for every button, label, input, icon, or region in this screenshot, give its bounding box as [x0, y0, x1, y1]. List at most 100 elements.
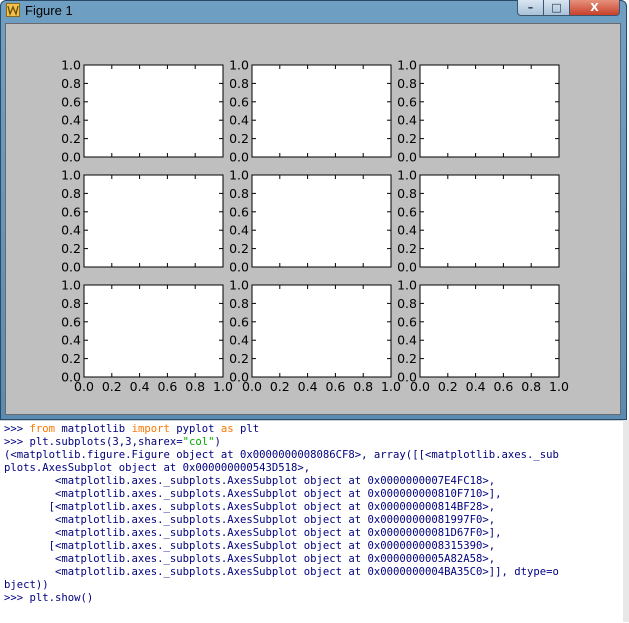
figure-canvas[interactable]: 0.0 0.2 0.4 0.6 0.8 1.0 0.0 0.2 0.4 0.6 0.8 1.0 0.0 0…	[5, 23, 621, 415]
matplotlib-app-icon	[6, 3, 20, 17]
console-token: <matplotlib.axes._subplots.AxesSubplot o…	[4, 488, 502, 500]
console-token: [<matplotlib.axes._subplots.AxesSubplot …	[4, 501, 496, 513]
console-line: [<matplotlib.axes._subplots.AxesSubplot …	[4, 540, 495, 553]
figure-window: Figure 1 – □ X 0.0 0.2 0.4 0.6 0.8 1.0 0.0 0.2 0…	[0, 0, 627, 420]
y-tick-label: 0.4	[61, 333, 81, 348]
y-tick-label: 0.2	[61, 131, 81, 146]
x-tick-label: 0.8	[521, 379, 541, 394]
y-tick-label: 0.8	[397, 186, 417, 201]
console-token: "col"	[182, 436, 215, 448]
y-tick-label: 0.2	[397, 351, 417, 366]
console-token: >>>	[4, 423, 30, 435]
axes-frame	[251, 284, 392, 378]
python-console[interactable]: >>> from matplotlib import pyplot as plt…	[0, 420, 629, 623]
y-tick-label: 0.8	[61, 76, 81, 91]
x-tick-label: 0.8	[185, 379, 205, 394]
console-token: <matplotlib.axes._subplots.AxesSubplot o…	[4, 527, 502, 539]
y-tick-label: 0.2	[397, 241, 417, 256]
x-tick-label: 0.4	[130, 379, 150, 394]
x-tick-label: 0.0	[242, 379, 262, 394]
y-tick-label: 0.6	[61, 204, 81, 219]
x-tick-label: 0.2	[438, 379, 458, 394]
y-tick-label: 0.0	[229, 260, 249, 275]
minimize-icon: –	[527, 1, 534, 14]
minimize-button[interactable]: –	[517, 0, 544, 16]
axes-frame	[419, 174, 560, 268]
subplot-1-3: 0.0 0.2 0.4 0.6 0.8 1.0	[397, 58, 560, 165]
console-token: [<matplotlib.axes._subplots.AxesSubplot …	[4, 540, 496, 552]
axes-frame	[419, 64, 560, 158]
console-token: <matplotlib.axes._subplots.AxesSubplot o…	[4, 475, 496, 487]
y-tick-label: 0.4	[229, 113, 249, 128]
y-tick-label: 0.6	[229, 94, 249, 109]
y-tick-label: 1.0	[397, 58, 417, 73]
subplot-2-1: 0.0 0.2 0.4 0.6 0.8 1.0	[61, 168, 224, 275]
x-tick-label: 0.8	[353, 379, 373, 394]
y-tick-label: 0.0	[229, 150, 249, 165]
y-tick-label: 0.4	[397, 333, 417, 348]
close-button[interactable]: X	[569, 0, 620, 16]
y-tick-label: 0.0	[397, 150, 417, 165]
axes-frame	[419, 284, 560, 378]
x-tick-label: 0.4	[298, 379, 318, 394]
y-tick-label: 0.8	[397, 296, 417, 311]
y-tick-label: 0.8	[397, 76, 417, 91]
axes-frame	[83, 64, 224, 158]
x-tick-label: 0.6	[493, 379, 513, 394]
console-line: (<matplotlib.figure.Figure object at 0x0…	[4, 449, 559, 462]
title-bar[interactable]: Figure 1 – □ X	[1, 0, 626, 21]
y-tick-label: 0.6	[397, 314, 417, 329]
y-tick-label: 1.0	[397, 278, 417, 293]
y-tick-label: 0.6	[61, 314, 81, 329]
y-tick-label: 0.6	[229, 314, 249, 329]
console-line: bject))	[4, 579, 49, 592]
y-tick-label: 0.6	[229, 204, 249, 219]
console-token: from	[29, 423, 56, 435]
maximize-button[interactable]: □	[543, 0, 570, 16]
console-token: )	[214, 436, 221, 448]
axes-frame	[251, 174, 392, 268]
y-tick-label: 0.2	[61, 241, 81, 256]
console-token: import	[131, 423, 170, 435]
x-tick-label: 1.0	[549, 379, 569, 394]
axes-frame	[83, 174, 224, 268]
x-tick-label: 0.0	[74, 379, 94, 394]
console-token: <matplotlib.axes._subplots.AxesSubplot o…	[4, 553, 496, 565]
console-token: plt.subplots(3,3,sharex=	[29, 436, 183, 448]
console-line: >>> plt.subplots(3,3,sharex="col")	[4, 436, 221, 449]
console-token: (<matplotlib.figure.Figure object at 0x0…	[4, 449, 559, 461]
console-line: >>> plt.show()	[4, 592, 93, 605]
y-tick-label: 1.0	[229, 278, 249, 293]
console-line: <matplotlib.axes._subplots.AxesSubplot o…	[4, 553, 495, 566]
y-tick-label: 0.2	[397, 131, 417, 146]
y-tick-label: 0.6	[61, 94, 81, 109]
console-line: >>> from matplotlib import pyplot as plt	[4, 423, 259, 436]
y-tick-label: 0.6	[397, 204, 417, 219]
y-tick-label: 1.0	[61, 168, 81, 183]
y-tick-label: 0.0	[61, 150, 81, 165]
x-tick-label: 0.6	[325, 379, 345, 394]
console-line: <matplotlib.axes._subplots.AxesSubplot o…	[4, 488, 501, 501]
console-line: <matplotlib.axes._subplots.AxesSubplot o…	[4, 475, 495, 488]
console-token: plt	[233, 423, 260, 435]
console-token: bject))	[4, 579, 49, 591]
console-token: <matplotlib.axes._subplots.AxesSubplot o…	[4, 566, 559, 578]
console-token: <matplotlib.axes._subplots.AxesSubplot o…	[4, 514, 496, 526]
y-tick-label: 0.8	[229, 76, 249, 91]
y-tick-label: 0.8	[229, 186, 249, 201]
console-line: <matplotlib.axes._subplots.AxesSubplot o…	[4, 514, 495, 527]
y-tick-label: 0.8	[229, 296, 249, 311]
console-token: pyplot	[169, 423, 221, 435]
console-line: <matplotlib.axes._subplots.AxesSubplot o…	[4, 527, 501, 540]
axes-frame	[251, 64, 392, 158]
console-token: plots.AxesSubplot object at 0x0000000005…	[4, 462, 311, 474]
maximize-icon: □	[551, 1, 562, 14]
x-tick-label: 0.4	[466, 379, 486, 394]
console-token: >>>	[4, 436, 30, 448]
console-token: plt.show()	[29, 592, 94, 604]
window-title: Figure 1	[25, 3, 73, 18]
y-tick-label: 1.0	[229, 58, 249, 73]
console-scrollbar[interactable]	[623, 420, 629, 622]
y-tick-label: 1.0	[61, 58, 81, 73]
close-icon: X	[590, 1, 599, 14]
